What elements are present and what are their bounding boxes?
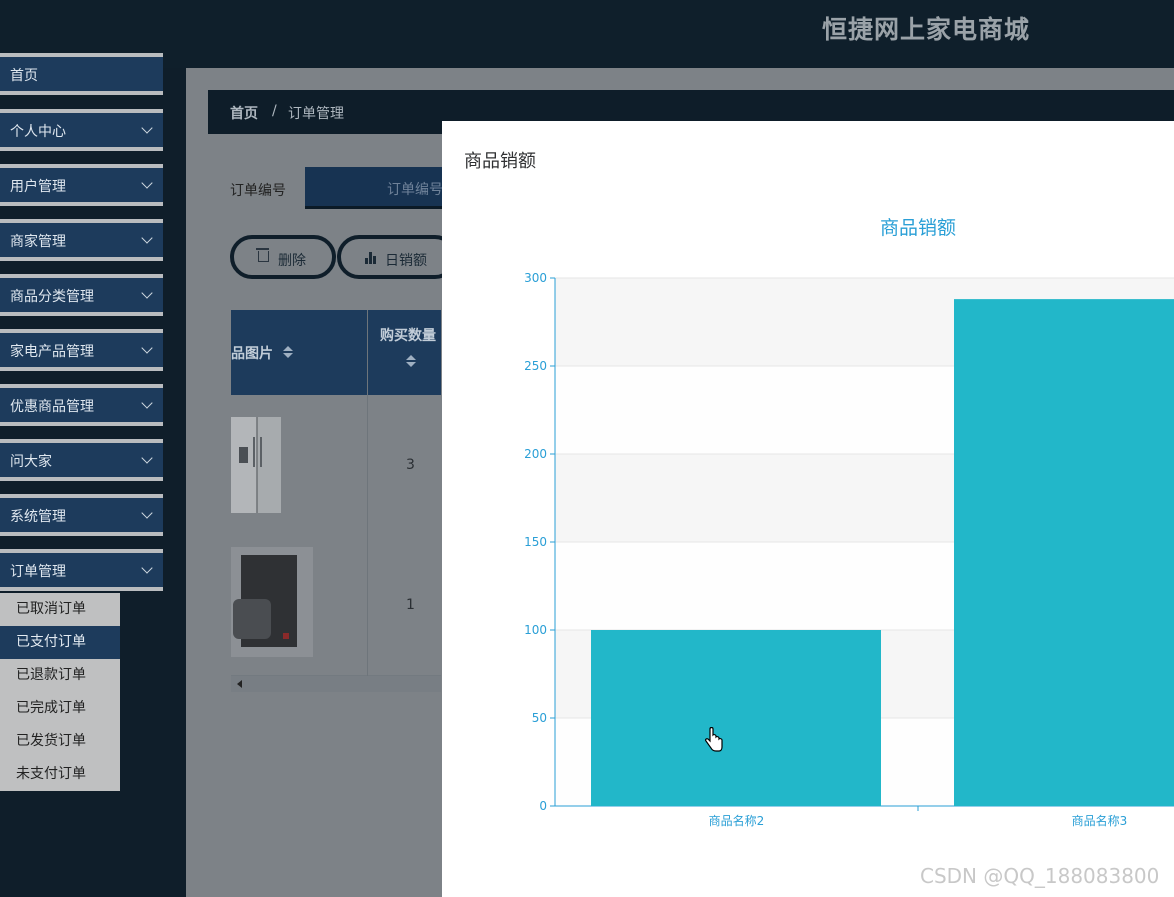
bar-chart-icon (365, 252, 377, 264)
coffee-maker-image (231, 547, 313, 657)
chevron-down-icon (141, 177, 153, 189)
watermark: CSDN @QQ_188083800 (920, 864, 1160, 888)
chevron-down-icon (141, 452, 153, 464)
breadcrumb-current: 订单管理 (288, 106, 344, 122)
delete-button[interactable]: 删除 (230, 235, 336, 279)
sidebar-item-label: 个人中心 (10, 124, 66, 140)
sidebar-item-order-management[interactable]: 订单管理 (0, 549, 163, 591)
y-tick-label: 0 (539, 799, 547, 813)
table-header: 品图片 购买数量 (231, 310, 441, 395)
order-submenu: 已取消订单 已支付订单 已退款订单 已完成订单 已发货订单 未支付订单 (0, 593, 120, 791)
sidebar-item-user-management[interactable]: 用户管理 (0, 164, 163, 206)
sidebar-item-home[interactable]: 首页 (0, 53, 163, 95)
bar (954, 299, 1174, 806)
daily-sales-button-label: 日销额 (385, 253, 427, 269)
table-row[interactable]: 3 (231, 395, 441, 536)
table-row[interactable]: 1 (231, 535, 441, 676)
sidebar-item-label: 用户管理 (10, 179, 66, 195)
y-tick-label: 200 (524, 447, 547, 461)
chevron-down-icon (141, 342, 153, 354)
sidebar-item-merchant-management[interactable]: 商家管理 (0, 219, 163, 261)
y-tick-label: 100 (524, 623, 547, 637)
y-tick-label: 250 (524, 359, 547, 373)
y-tick-label: 150 (524, 535, 547, 549)
submenu-item-paid[interactable]: 已支付订单 (0, 626, 120, 659)
hand-cursor-icon (705, 727, 723, 752)
x-tick-label: 商品名称2 (709, 813, 765, 828)
chevron-down-icon (141, 507, 153, 519)
top-header: 恒捷网上家电商城 (0, 0, 1174, 68)
column-header-quantity[interactable]: 购买数量 (380, 325, 436, 345)
sidebar-item-label: 系统管理 (10, 509, 66, 525)
daily-sales-button[interactable]: 日销额 (337, 235, 457, 279)
submenu-item-shipped[interactable]: 已发货订单 (0, 725, 120, 758)
column-header-image[interactable]: 品图片 (231, 343, 273, 363)
sidebar-item-ask-everyone[interactable]: 问大家 (0, 439, 163, 481)
breadcrumb-home[interactable]: 首页 (230, 103, 258, 123)
sort-down-icon (283, 353, 293, 358)
sales-modal: 商品销额 0 50 100 150 200 250 300 商品名称2 商品名称3 商品销额 (442, 121, 1174, 897)
bar (591, 630, 881, 806)
horizontal-scrollbar[interactable] (231, 676, 441, 692)
chevron-down-icon (141, 122, 153, 134)
site-title: 恒捷网上家电商城 (822, 15, 1031, 44)
order-number-label: 订单编号 (230, 183, 286, 199)
chevron-down-icon (141, 232, 153, 244)
sidebar-item-label: 优惠商品管理 (10, 399, 94, 415)
sort-down-icon (406, 362, 416, 367)
trash-icon (256, 248, 269, 262)
submenu-item-cancelled[interactable]: 已取消订单 (0, 593, 120, 626)
sidebar-item-label: 订单管理 (10, 564, 66, 580)
sidebar-item-label: 问大家 (10, 454, 52, 470)
sidebar-item-category-management[interactable]: 商品分类管理 (0, 274, 163, 316)
chevron-down-icon (141, 287, 153, 299)
delete-button-label: 删除 (278, 253, 306, 269)
sidebar-item-system-management[interactable]: 系统管理 (0, 494, 163, 536)
sales-bar-chart: 0 50 100 150 200 250 300 商品名称2 商品名称3 商品销额 (524, 217, 1174, 828)
sort-up-icon[interactable] (406, 355, 416, 360)
submenu-item-completed[interactable]: 已完成订单 (0, 692, 120, 725)
column-divider (367, 310, 368, 680)
sort-up-icon[interactable] (283, 346, 293, 351)
breadcrumb-separator: / (272, 103, 277, 119)
sidebar-item-label: 首页 (10, 68, 38, 84)
refrigerator-image (231, 417, 281, 513)
submenu-item-unpaid[interactable]: 未支付订单 (0, 758, 120, 791)
chevron-down-icon (141, 562, 153, 574)
submenu-item-refunded[interactable]: 已退款订单 (0, 659, 120, 692)
sidebar-item-label: 家电产品管理 (10, 344, 94, 360)
y-tick-label: 300 (524, 271, 547, 285)
chart-title: 商品销额 (880, 217, 956, 239)
sidebar-item-label: 商家管理 (10, 234, 66, 250)
sidebar-item-discount-management[interactable]: 优惠商品管理 (0, 384, 163, 426)
sidebar-item-label: 商品分类管理 (10, 289, 94, 305)
x-tick-label: 商品名称3 (1072, 813, 1128, 828)
sidebar-item-personal-center[interactable]: 个人中心 (0, 109, 163, 151)
quantity-cell: 3 (406, 457, 415, 473)
chevron-down-icon (141, 397, 153, 409)
order-number-input[interactable]: 订单编号 (305, 167, 455, 209)
scroll-left-icon[interactable] (237, 680, 242, 688)
quantity-cell: 1 (406, 597, 415, 613)
y-tick-label: 50 (532, 711, 547, 725)
sidebar-item-appliance-management[interactable]: 家电产品管理 (0, 329, 163, 371)
